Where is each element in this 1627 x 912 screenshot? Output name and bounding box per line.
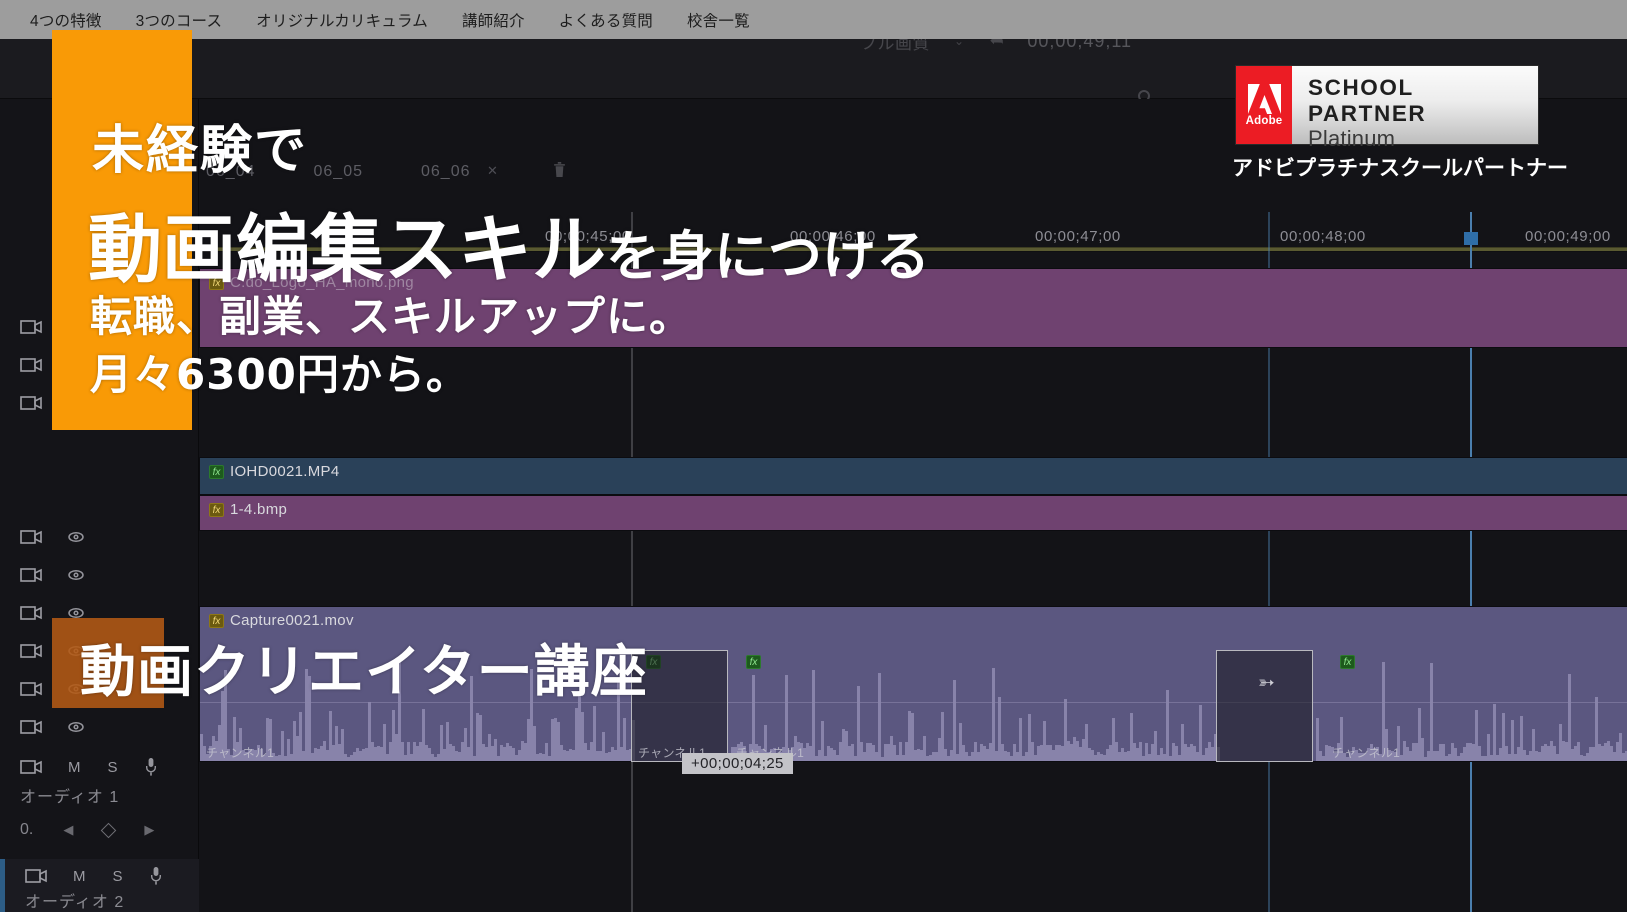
badge-subtitle: アドビプラチナスクールパートナー	[1232, 152, 1542, 182]
adobe-school-partner-badge: Adobe SCHOOL PARTNER Platinum	[1236, 66, 1538, 144]
solo-button[interactable]: S	[108, 759, 119, 776]
course-title: 動画クリエイター講座	[80, 627, 648, 708]
adobe-wordmark: Adobe	[1246, 115, 1283, 127]
add-keyframe-icon[interactable]	[101, 822, 117, 838]
video-track-icon[interactable]	[20, 605, 42, 621]
badge-tier: Platinum	[1308, 126, 1538, 152]
ruler-tick-2: 00;00;47;00	[1035, 228, 1121, 245]
headline-line-2: 動画編集スキルを身につける	[88, 190, 930, 297]
nav-item-4[interactable]: よくある質問	[559, 9, 653, 31]
audio-track-icon[interactable]	[20, 759, 42, 775]
keyframe-navigator[interactable]: 0. ◀ ▶	[20, 821, 154, 839]
solo-button[interactable]: S	[113, 868, 124, 885]
clip-video[interactable]: fx IOHD0021.MP4	[199, 457, 1627, 495]
playhead-handle[interactable]	[1464, 232, 1478, 245]
channel-label-3: チャンネル1	[1332, 744, 1400, 761]
sequence-tab-2[interactable]: 06_06	[421, 163, 471, 181]
nav-item-5[interactable]: 校舎一覧	[687, 9, 750, 31]
mute-button[interactable]: M	[73, 868, 87, 885]
drag-offset-tooltip: +00;00;04;25	[682, 753, 793, 774]
video-track-icon[interactable]	[20, 529, 42, 545]
eye-icon[interactable]	[68, 567, 84, 583]
opacity-label: 0.	[20, 821, 33, 839]
microphone-icon[interactable]	[145, 758, 157, 776]
fx-badge-icon: fx	[209, 465, 224, 479]
headline-line-2-main: 動画編集スキル	[88, 207, 606, 293]
clip-drag-selection-2[interactable]	[1216, 650, 1313, 762]
channel-label-0: チャンネル1	[206, 744, 274, 761]
track-header-audio-2[interactable]: M S オーディオ 2	[0, 859, 199, 912]
badge-text: SCHOOL PARTNER Platinum	[1292, 66, 1538, 144]
site-navigation[interactable]: 4つの特徴 3つのコース オリジナルカリキュラム 講師紹介 よくある質問 校舎一…	[0, 0, 1627, 39]
cursor-icon: ➳	[1258, 670, 1275, 695]
adobe-logo: Adobe	[1236, 66, 1292, 144]
track-header-audio-1[interactable]: M S オーディオ 1	[0, 754, 199, 807]
next-keyframe-icon[interactable]: ▶	[144, 822, 154, 838]
fx-badge-icon: fx	[209, 614, 224, 628]
track-name-audio-1: オーディオ 1	[0, 783, 199, 807]
microphone-icon[interactable]	[150, 867, 162, 885]
clip-label-video: IOHD0021.MP4	[200, 458, 1627, 480]
headline-line-4: 月々6300円から。	[90, 341, 469, 402]
nav-item-3[interactable]: 講師紹介	[462, 9, 525, 31]
headline-line-3: 転職、副業、スキルアップに。	[90, 283, 692, 344]
sequence-tab-1[interactable]: 06_05	[314, 163, 364, 181]
fx-badge-icon-3: fx	[746, 655, 761, 669]
nav-item-1[interactable]: 3つのコース	[136, 9, 223, 31]
track-header-v1[interactable]	[0, 562, 199, 588]
clip-image[interactable]: fx 1-4.bmp	[199, 495, 1627, 531]
trash-icon[interactable]	[554, 162, 565, 177]
audio-track-icon[interactable]	[25, 868, 47, 884]
clip-label-image: 1-4.bmp	[200, 496, 1627, 518]
track-header-extra-4[interactable]	[0, 714, 199, 740]
clip-label-audio: Capture0021.mov	[200, 607, 1627, 629]
screenshot-canvas: フル画質 ⌄ ➦ 00;00;49;11 + 06_04 06_05 06_06…	[0, 0, 1627, 912]
track-header-v2[interactable]	[0, 524, 199, 550]
eye-icon[interactable]	[68, 529, 84, 545]
adobe-a-icon	[1248, 84, 1281, 114]
eye-icon[interactable]	[68, 719, 84, 735]
video-track-icon[interactable]	[20, 319, 42, 335]
nav-item-0[interactable]: 4つの特徴	[30, 9, 102, 31]
track-name-audio-2: オーディオ 2	[5, 888, 199, 912]
ruler-tick-4: 00;00;49;00	[1525, 228, 1611, 245]
badge-title: SCHOOL PARTNER	[1308, 75, 1538, 127]
headline-line-2-suffix: を身につける	[606, 225, 930, 288]
ruler-tick-3: 00;00;48;00	[1280, 228, 1366, 245]
headline-line-1: 未経験で	[92, 108, 308, 183]
video-track-icon[interactable]	[20, 719, 42, 735]
video-track-icon[interactable]	[20, 643, 42, 659]
video-track-icon[interactable]	[20, 567, 42, 583]
mute-button[interactable]: M	[68, 759, 82, 776]
fx-badge-icon: fx	[209, 503, 224, 517]
fx-badge-icon-4: fx	[1340, 655, 1355, 669]
video-track-icon[interactable]	[20, 357, 42, 373]
nav-item-2[interactable]: オリジナルカリキュラム	[256, 9, 428, 31]
video-track-icon[interactable]	[20, 395, 42, 411]
close-icon[interactable]: ✕	[487, 163, 498, 179]
video-track-icon[interactable]	[20, 681, 42, 697]
previous-keyframe-icon[interactable]: ◀	[63, 822, 73, 838]
